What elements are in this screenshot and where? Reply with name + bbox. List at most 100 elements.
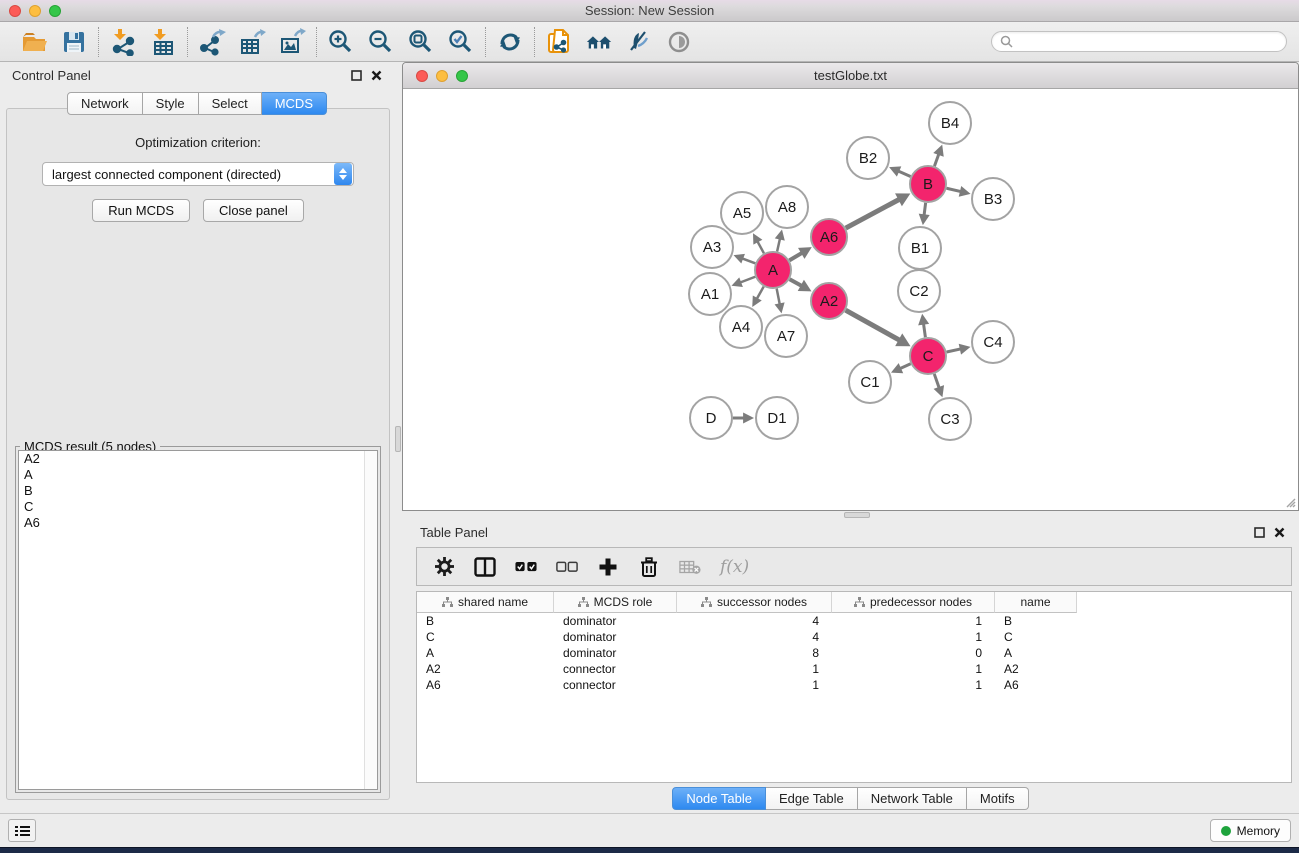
float-panel-icon[interactable] xyxy=(1254,527,1265,538)
search-field[interactable] xyxy=(991,31,1287,52)
optimization-criterion-dropdown[interactable]: largest connected component (directed) xyxy=(42,162,354,186)
zoom-in-icon[interactable] xyxy=(327,28,355,56)
column-header[interactable]: name xyxy=(995,592,1077,613)
function-builder-icon[interactable]: f(x) xyxy=(720,556,749,578)
graph-edge-A-A6[interactable] xyxy=(789,252,803,260)
search-input[interactable] xyxy=(1018,35,1278,49)
column-header[interactable]: predecessor nodes xyxy=(832,592,995,613)
close-panel-button[interactable]: Close panel xyxy=(203,199,304,222)
first-neighbors-icon[interactable] xyxy=(585,28,613,56)
graph-edge-A-A1[interactable] xyxy=(739,277,755,283)
vertical-splitter[interactable] xyxy=(394,62,402,813)
close-panel-icon[interactable] xyxy=(1274,527,1285,538)
table-cell[interactable]: B xyxy=(417,613,554,629)
open-file-icon[interactable] xyxy=(20,28,48,56)
deselect-all-rows-icon[interactable] xyxy=(556,556,578,578)
column-header[interactable]: shared name xyxy=(417,592,554,613)
tab-network[interactable]: Network xyxy=(67,92,143,115)
table-row[interactable]: Adominator80A xyxy=(417,645,1291,661)
table-row[interactable]: A6connector11A6 xyxy=(417,677,1291,693)
table-row[interactable]: Bdominator41B xyxy=(417,613,1291,629)
show-column-panel-icon[interactable] xyxy=(474,556,496,578)
network-maximize-button[interactable] xyxy=(456,70,468,82)
graph-edge-C-C3[interactable] xyxy=(934,374,939,389)
table-cell[interactable]: 1 xyxy=(832,677,995,693)
export-table-icon[interactable] xyxy=(238,28,266,56)
tab-edge-table[interactable]: Edge Table xyxy=(766,787,858,810)
tab-select[interactable]: Select xyxy=(199,92,262,115)
table-cell[interactable]: 4 xyxy=(677,613,832,629)
table-cell[interactable]: 1 xyxy=(832,661,995,677)
result-scrollbar[interactable] xyxy=(364,451,377,789)
graph-edge-A2-C[interactable] xyxy=(846,310,901,340)
graph-edge-A-A7[interactable] xyxy=(777,289,780,306)
resize-grip-icon[interactable] xyxy=(1283,495,1296,508)
zoom-out-icon[interactable] xyxy=(367,28,395,56)
network-canvas[interactable]: B4B2BB3A5A8A6A3B1AA1C2A2A4A7C4CC1C3DD1 xyxy=(403,89,1298,510)
tab-motifs[interactable]: Motifs xyxy=(967,787,1029,810)
zoom-fit-icon[interactable] xyxy=(407,28,435,56)
table-cell[interactable]: 0 xyxy=(832,645,995,661)
table-row[interactable]: Cdominator41C xyxy=(417,629,1291,645)
run-mcds-button[interactable]: Run MCDS xyxy=(92,199,190,222)
create-column-icon[interactable] xyxy=(597,556,619,578)
minimize-window-button[interactable] xyxy=(29,5,41,17)
table-cell[interactable]: dominator xyxy=(554,629,677,645)
delete-table-icon[interactable] xyxy=(679,556,701,578)
refresh-view-icon[interactable] xyxy=(496,28,524,56)
graph-edge-B-B4[interactable] xyxy=(934,153,939,166)
mcds-result-item[interactable]: A xyxy=(19,467,377,483)
close-window-button[interactable] xyxy=(9,5,21,17)
table-cell[interactable]: A2 xyxy=(995,661,1077,677)
tab-style[interactable]: Style xyxy=(143,92,199,115)
graph-edge-A-A5[interactable] xyxy=(757,240,764,253)
select-all-rows-icon[interactable] xyxy=(515,556,537,578)
delete-columns-icon[interactable] xyxy=(638,556,660,578)
graph-edge-B-B3[interactable] xyxy=(947,188,962,192)
column-header[interactable]: successor nodes xyxy=(677,592,832,613)
show-task-history-button[interactable] xyxy=(8,819,36,842)
show-hide-panel-icon[interactable] xyxy=(665,28,693,56)
table-cell[interactable]: A xyxy=(417,645,554,661)
table-row[interactable]: A2connector11A2 xyxy=(417,661,1291,677)
graph-edge-A-A2[interactable] xyxy=(790,279,803,286)
table-cell[interactable]: 1 xyxy=(832,629,995,645)
table-cell[interactable]: C xyxy=(417,629,554,645)
zoom-selected-icon[interactable] xyxy=(447,28,475,56)
clone-network-icon[interactable] xyxy=(545,28,573,56)
tab-node-table[interactable]: Node Table xyxy=(672,787,766,810)
table-cell[interactable]: connector xyxy=(554,677,677,693)
network-window-titlebar[interactable]: testGlobe.txt xyxy=(403,63,1298,89)
memory-button[interactable]: Memory xyxy=(1210,819,1291,842)
tab-mcds[interactable]: MCDS xyxy=(262,92,327,115)
graph-edge-A-A8[interactable] xyxy=(777,238,780,252)
splitter-thumb[interactable] xyxy=(844,512,870,518)
table-cell[interactable]: dominator xyxy=(554,645,677,661)
hide-graphics-details-icon[interactable] xyxy=(625,28,653,56)
table-cell[interactable]: A6 xyxy=(417,677,554,693)
graph-edge-B-B1[interactable] xyxy=(924,203,926,216)
table-cell[interactable]: 4 xyxy=(677,629,832,645)
table-cell[interactable]: B xyxy=(995,613,1077,629)
table-cell[interactable]: A2 xyxy=(417,661,554,677)
import-network-icon[interactable] xyxy=(109,28,137,56)
export-image-icon[interactable] xyxy=(278,28,306,56)
network-minimize-button[interactable] xyxy=(436,70,448,82)
splitter-thumb[interactable] xyxy=(395,426,401,452)
tab-network-table[interactable]: Network Table xyxy=(858,787,967,810)
mcds-result-list[interactable]: A2ABCA6 xyxy=(18,450,378,790)
table-cell[interactable]: connector xyxy=(554,661,677,677)
mcds-result-item[interactable]: B xyxy=(19,483,377,499)
maximize-window-button[interactable] xyxy=(49,5,61,17)
table-cell[interactable]: C xyxy=(995,629,1077,645)
graph-edge-A-A4[interactable] xyxy=(756,287,763,300)
table-options-icon[interactable] xyxy=(433,556,455,578)
graph-edge-C-C2[interactable] xyxy=(923,323,925,338)
import-table-icon[interactable] xyxy=(149,28,177,56)
table-cell[interactable]: 1 xyxy=(677,661,832,677)
table-cell[interactable]: 1 xyxy=(832,613,995,629)
graph-edge-A-A3[interactable] xyxy=(741,258,755,263)
table-cell[interactable]: A6 xyxy=(995,677,1077,693)
network-close-button[interactable] xyxy=(416,70,428,82)
graph-edge-C-C4[interactable] xyxy=(947,349,962,352)
